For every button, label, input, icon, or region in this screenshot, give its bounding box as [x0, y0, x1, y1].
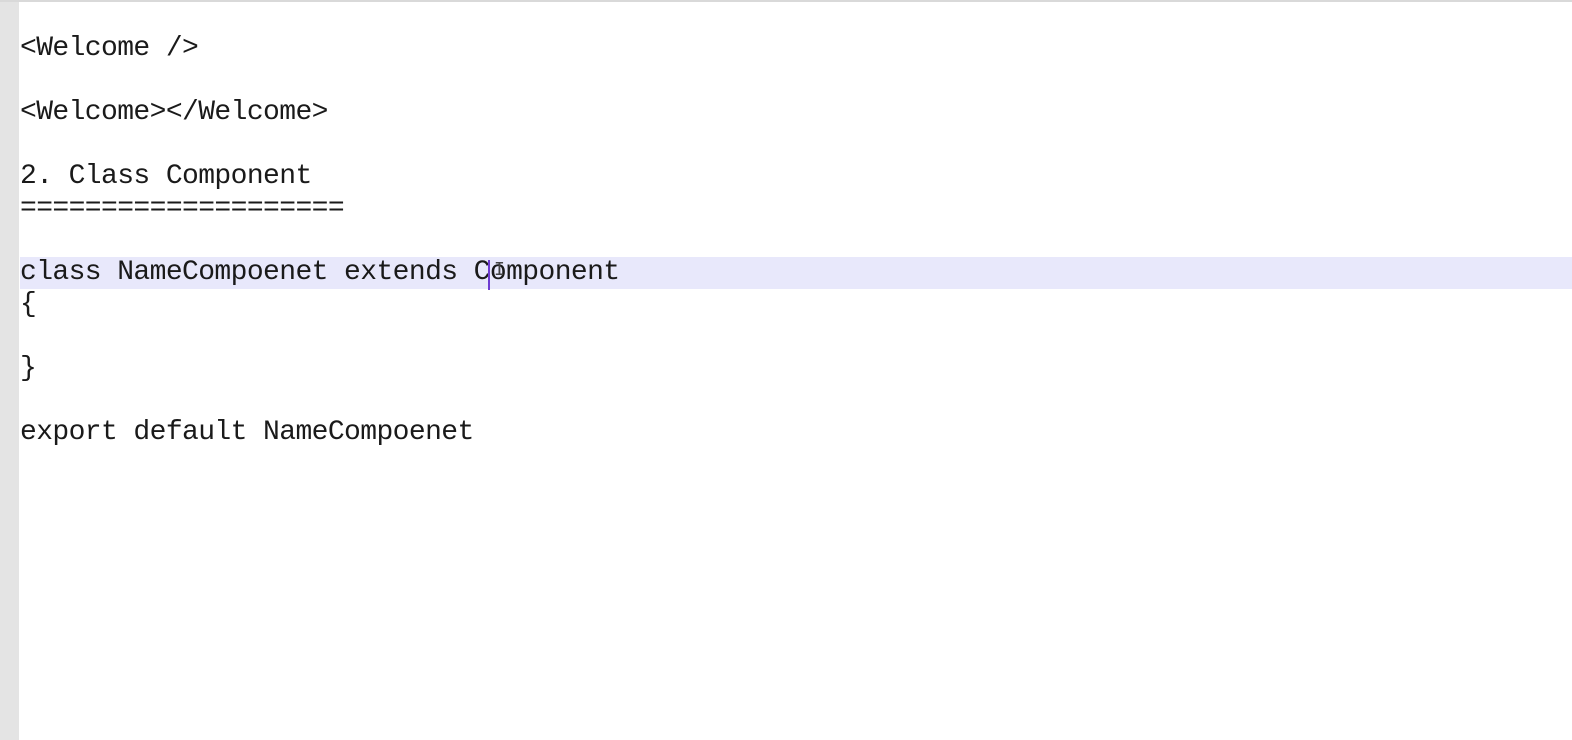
code-line-5[interactable]: 2. Class Component — [20, 161, 1572, 193]
code-line-9[interactable]: { — [20, 289, 1572, 321]
ibeam-cursor-icon: I — [494, 259, 505, 280]
code-line-3[interactable]: <Welcome></Welcome> — [20, 97, 1572, 129]
code-line-2[interactable] — [20, 65, 1572, 97]
code-line-4[interactable] — [20, 129, 1572, 161]
code-line-13[interactable]: export default NameCompoenet — [20, 417, 1572, 449]
text-caret — [488, 260, 490, 290]
text-editor[interactable]: <Welcome /> <Welcome></Welcome> 2. Class… — [0, 0, 1572, 740]
code-line-6[interactable]: ==================== — [20, 193, 1572, 225]
code-line-12[interactable] — [20, 385, 1572, 417]
editor-text-area[interactable]: <Welcome /> <Welcome></Welcome> 2. Class… — [20, 2, 1572, 740]
code-line-7[interactable] — [20, 225, 1572, 257]
editor-gutter — [0, 2, 19, 740]
code-line-11[interactable]: } — [20, 353, 1572, 385]
code-line-10[interactable] — [20, 321, 1572, 353]
code-line-1[interactable]: <Welcome /> — [20, 33, 1572, 65]
code-line-8-current[interactable]: class NameCompoenet extends Component — [20, 257, 1572, 289]
